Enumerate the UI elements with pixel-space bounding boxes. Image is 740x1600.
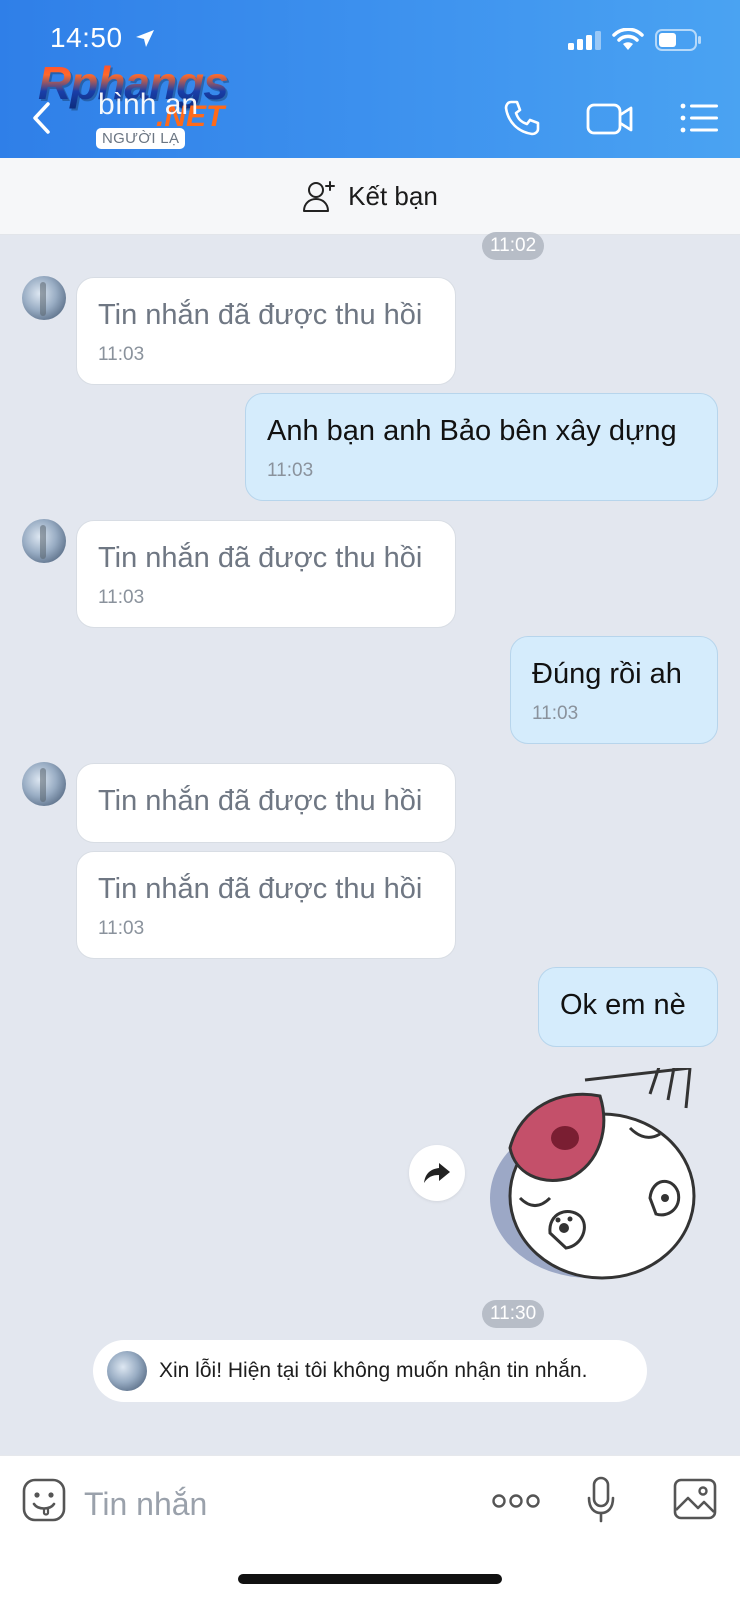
back-icon[interactable] xyxy=(28,100,58,136)
avatar[interactable] xyxy=(22,276,66,320)
avatar xyxy=(107,1351,147,1391)
message-bubble-outgoing[interactable]: Ok em nè xyxy=(538,967,718,1047)
message-bubble-outgoing[interactable]: Đúng rồi ah 11:03 xyxy=(510,636,718,744)
auto-reply-text: Xin lỗi! Hiện tại tôi không muốn nhận ti… xyxy=(159,1359,588,1382)
forward-icon xyxy=(424,1163,450,1183)
forward-button[interactable] xyxy=(409,1145,465,1201)
message-input[interactable] xyxy=(84,1478,444,1530)
add-friend-bar[interactable]: Kết bạn xyxy=(0,158,740,235)
phone-icon[interactable] xyxy=(502,98,542,138)
time-separator: 11:02 xyxy=(482,232,545,260)
battery-icon xyxy=(655,29,701,51)
message-bubble-incoming[interactable]: Tin nhắn đã được thu hồi 11:03 xyxy=(76,520,456,628)
contact-name[interactable]: bình an xyxy=(98,88,198,122)
message-time: 11:03 xyxy=(98,344,145,365)
menu-icon[interactable] xyxy=(680,102,720,134)
message-text: Đúng rồi ah xyxy=(532,658,682,690)
home-indicator xyxy=(238,1574,502,1584)
cellular-signal-icon xyxy=(568,31,601,50)
avatar[interactable] xyxy=(22,519,66,563)
wifi-icon xyxy=(612,28,644,50)
message-text: Anh bạn anh Bảo bên xây dựng xyxy=(267,415,677,447)
microphone-icon[interactable] xyxy=(586,1476,616,1524)
message-time: 11:03 xyxy=(532,703,579,724)
auto-reply-notice: Xin lỗi! Hiện tại tôi không muốn nhận ti… xyxy=(93,1340,647,1402)
message-text: Tin nhắn đã được thu hồi xyxy=(98,873,423,905)
message-bubble-incoming[interactable]: Tin nhắn đã được thu hồi xyxy=(76,763,456,843)
message-time: 11:03 xyxy=(98,587,145,608)
cat-sticker[interactable] xyxy=(490,1068,714,1290)
message-text: Tin nhắn đã được thu hồi xyxy=(98,785,423,817)
avatar[interactable] xyxy=(22,762,66,806)
message-time: 11:03 xyxy=(267,460,314,481)
message-bubble-incoming[interactable]: Tin nhắn đã được thu hồi 11:03 xyxy=(76,851,456,959)
add-friend-icon xyxy=(303,181,336,212)
message-bubble-incoming[interactable]: Tin nhắn đã được thu hồi 11:03 xyxy=(76,277,456,385)
message-bubble-outgoing[interactable]: Anh bạn anh Bảo bên xây dựng 11:03 xyxy=(245,393,718,501)
message-text: Tin nhắn đã được thu hồi xyxy=(98,299,423,331)
video-call-icon[interactable] xyxy=(586,102,634,136)
stranger-badge: NGƯỜI LẠ xyxy=(96,128,186,149)
sticker-icon[interactable] xyxy=(22,1478,66,1522)
message-text: Ok em nè xyxy=(560,989,686,1021)
image-icon[interactable] xyxy=(673,1478,717,1520)
more-icon[interactable] xyxy=(492,1493,540,1509)
time-separator: 11:30 xyxy=(482,1300,545,1328)
chat-header: 14:50 Rphangs Rphangs .NET bình an NGƯỜI… xyxy=(0,0,740,158)
status-time: 14:50 xyxy=(50,22,123,53)
location-arrow-icon xyxy=(136,30,154,47)
message-text: Tin nhắn đã được thu hồi xyxy=(98,542,423,574)
add-friend-label: Kết bạn xyxy=(348,180,438,211)
message-time: 11:03 xyxy=(98,918,145,939)
